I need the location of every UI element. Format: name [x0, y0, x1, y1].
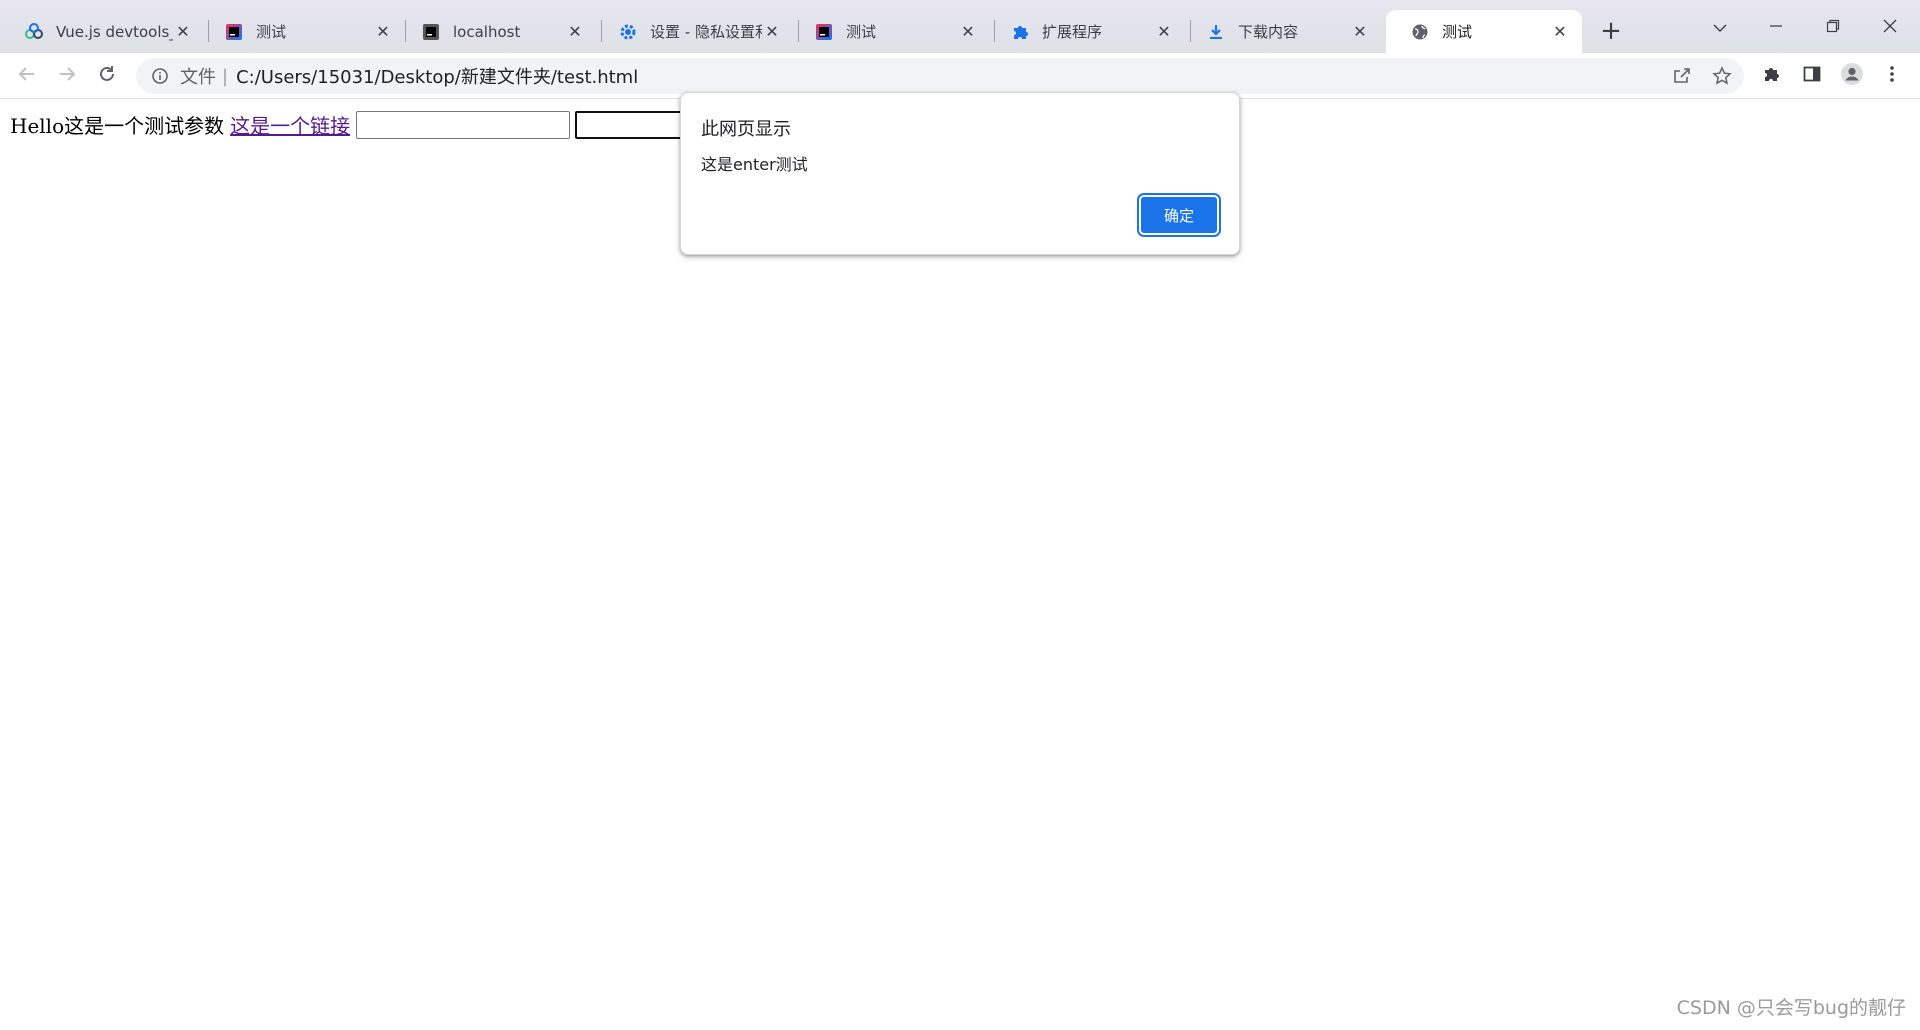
profile-button[interactable] [1836, 60, 1868, 92]
close-icon[interactable]: ✕ [565, 22, 585, 42]
reload-button[interactable] [91, 60, 123, 92]
download-icon [1206, 22, 1226, 42]
minimize-button[interactable] [1756, 12, 1796, 42]
tab-vue-devtools[interactable]: Vue.js devtools_ ✕ [0, 10, 205, 53]
minimize-icon [1769, 18, 1783, 37]
tab-test-1[interactable]: 测试 ✕ [200, 10, 405, 53]
url-scheme-label: 文件 [180, 67, 216, 88]
window-close-button[interactable] [1870, 12, 1910, 42]
restore-icon [1826, 18, 1840, 37]
page-text: Hello这是一个测试参数 [10, 114, 225, 138]
close-icon[interactable]: ✕ [173, 22, 193, 42]
side-panel-icon [1802, 64, 1822, 88]
dialog-title: 此网页显示 [701, 119, 791, 140]
tab-settings[interactable]: 设置 - 隐私设置和 ✕ [594, 10, 794, 53]
side-panel-button[interactable] [1796, 60, 1828, 92]
tab-title: Vue.js devtools_ [56, 22, 173, 41]
tab-search-button[interactable] [1700, 12, 1740, 42]
close-icon[interactable]: ✕ [1154, 22, 1174, 42]
intellij-icon [814, 22, 834, 42]
url-separator: | [222, 65, 229, 87]
tab-title: localhost [453, 22, 521, 41]
tab-title: 测试 [256, 23, 287, 41]
page-link[interactable]: 这是一个链接 [230, 110, 350, 139]
tab-title: 扩展程序 [1042, 23, 1103, 41]
tab-title: 测试 [1442, 23, 1473, 41]
tab-downloads[interactable]: 下载内容 ✕ [1182, 10, 1382, 53]
puzzle-icon [1762, 64, 1782, 88]
share-icon[interactable] [1666, 58, 1698, 94]
ok-button[interactable]: 确定 [1137, 193, 1221, 237]
tab-test-active[interactable]: 测试 ✕ [1386, 10, 1582, 53]
tab-title: 设置 - 隐私设置和 [650, 23, 762, 41]
reload-icon [97, 64, 117, 88]
restore-button[interactable] [1813, 12, 1853, 42]
close-icon[interactable]: ✕ [1350, 22, 1370, 42]
close-icon[interactable]: ✕ [1550, 22, 1570, 42]
menu-button[interactable] [1876, 60, 1908, 92]
arrow-left-icon [17, 64, 37, 88]
close-icon [1883, 18, 1897, 37]
puzzle-icon [1010, 22, 1030, 42]
url-text: C:/Users/15031/Desktop/新建文件夹/test.html [236, 67, 639, 88]
back-button[interactable] [11, 60, 43, 92]
extensions-button[interactable] [1756, 60, 1788, 92]
gear-icon [618, 22, 638, 42]
arrow-right-icon [57, 64, 77, 88]
close-icon[interactable]: ✕ [958, 22, 978, 42]
vue-icon [24, 22, 44, 42]
tab-strip: Vue.js devtools_ ✕ 测试 ✕ localhost ✕ 设置 -… [0, 0, 1920, 53]
tab-extensions[interactable]: 扩展程序 ✕ [986, 10, 1186, 53]
text-input-2[interactable] [575, 110, 692, 139]
intellij-icon [421, 22, 441, 42]
avatar-icon [1840, 62, 1864, 90]
forward-button[interactable] [51, 60, 83, 92]
tab-title: 测试 [846, 23, 877, 41]
info-icon[interactable] [150, 66, 170, 86]
close-icon[interactable]: ✕ [762, 22, 782, 42]
alert-dialog: 此网页显示 这是enter测试 确定 [680, 92, 1240, 255]
more-vert-icon [1889, 64, 1895, 88]
chevron-down-icon [1713, 18, 1727, 37]
tab-test-2[interactable]: 测试 ✕ [790, 10, 990, 53]
dialog-message: 这是enter测试 [701, 155, 808, 174]
close-icon[interactable]: ✕ [373, 22, 393, 42]
content-row: Hello这是一个测试参数 这是一个链接 [10, 110, 692, 139]
address-bar[interactable]: 文件 | C:/Users/15031/Desktop/新建文件夹/test.h… [136, 58, 1744, 94]
globe-icon [1410, 22, 1430, 42]
tab-title: 下载内容 [1238, 23, 1299, 41]
text-input-1[interactable] [356, 110, 571, 139]
watermark: CSDN @只会写bug的靓仔 [1676, 997, 1906, 1019]
tab-localhost[interactable]: localhost ✕ [397, 10, 597, 53]
star-icon[interactable] [1706, 58, 1738, 94]
new-tab-button[interactable]: + [1596, 16, 1626, 46]
intellij-icon [224, 22, 244, 42]
